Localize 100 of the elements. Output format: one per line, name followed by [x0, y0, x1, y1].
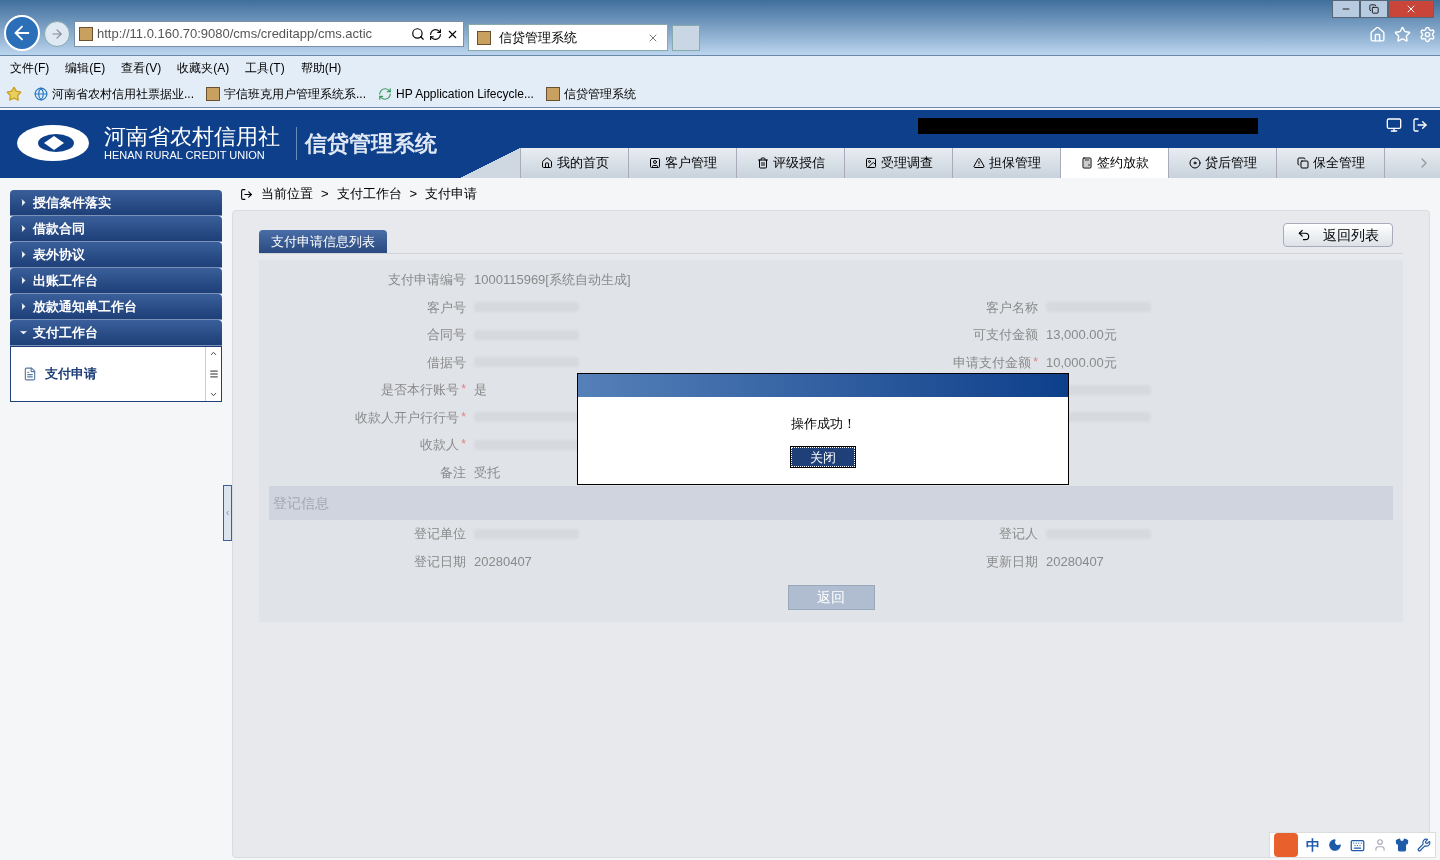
- favorites-icon[interactable]: [1394, 26, 1411, 43]
- favorite-link[interactable]: 河南省农村信用社票据业...: [52, 84, 194, 103]
- logout-icon[interactable]: [1412, 117, 1428, 133]
- field-value: 是: [474, 381, 487, 399]
- forward-arrow-icon: [50, 27, 64, 41]
- search-icon[interactable]: [411, 27, 425, 41]
- wrench-icon[interactable]: [1417, 838, 1431, 852]
- nav-tab[interactable]: 贷后管理: [1168, 148, 1276, 178]
- field-value: 10,000.00元: [1046, 353, 1117, 372]
- breadcrumb-item: 支付工作台: [336, 185, 402, 204]
- nav-tab[interactable]: 客户管理: [628, 148, 736, 178]
- settings-icon[interactable]: [1419, 26, 1436, 43]
- address-text: http://11.0.160.70:9080/cms/creditapp/cms.actic: [97, 25, 373, 44]
- favorites-star-icon[interactable]: [6, 85, 22, 102]
- sidebar-link[interactable]: 支付申请: [45, 364, 97, 384]
- collapse-icon: [224, 509, 231, 517]
- restore-button[interactable]: [1360, 0, 1388, 18]
- user-card-icon: [648, 157, 661, 169]
- system-name: 信贷管理系统: [296, 126, 437, 160]
- favorite-link[interactable]: 宇信班克用户管理系统系...: [224, 84, 367, 103]
- shirt-icon[interactable]: [1395, 838, 1409, 852]
- forward-button[interactable]: [44, 21, 70, 47]
- sidebar-section[interactable]: 借款合同: [10, 216, 222, 242]
- keyboard-icon[interactable]: [1350, 837, 1365, 853]
- favorite-link[interactable]: 信贷管理系统: [563, 84, 636, 103]
- moon-icon[interactable]: [1328, 838, 1342, 852]
- sidebar-section[interactable]: 表外协议: [10, 242, 222, 268]
- org-name: 河南省农村信用社: [104, 125, 280, 148]
- page-icon: [79, 27, 93, 41]
- field-label: 收款人: [420, 436, 460, 454]
- field-label: 申请支付金额: [953, 353, 1032, 372]
- cycle-icon: [378, 86, 393, 101]
- menu-item[interactable]: 查看(V): [121, 59, 162, 77]
- ime-language[interactable]: 中: [1306, 834, 1320, 856]
- nav-tab[interactable]: 评级授信: [736, 148, 844, 178]
- nav-tab[interactable]: 签约放款: [1060, 148, 1168, 178]
- scrollbar[interactable]: [205, 347, 221, 401]
- field-label: 是否本行账号: [381, 381, 460, 399]
- field-value: 受托: [474, 463, 500, 482]
- scroll-thumb-icon[interactable]: [208, 369, 219, 379]
- logo-icon: [14, 122, 92, 164]
- field-label: 客户名称: [986, 298, 1038, 317]
- org-name-english: HENAN RURAL CREDIT UNION: [104, 149, 266, 161]
- minimize-button[interactable]: [1332, 0, 1360, 18]
- nav-tab[interactable]: 受理调查: [844, 148, 952, 178]
- home-icon: [540, 157, 553, 169]
- back-button[interactable]: [4, 15, 40, 51]
- field-label: 登记日期: [414, 552, 466, 571]
- field-label: 更新日期: [986, 552, 1038, 571]
- required-mark: *: [1033, 353, 1038, 371]
- scroll-down-icon[interactable]: [209, 390, 218, 399]
- breadcrumb-separator: >: [409, 185, 418, 204]
- required-mark: *: [461, 436, 466, 453]
- sidebar-section[interactable]: 放款通知单工作台: [10, 294, 222, 320]
- caret-icon: [18, 249, 29, 260]
- page-icon: [206, 86, 220, 101]
- refresh-icon[interactable]: [429, 27, 442, 41]
- scroll-up-icon[interactable]: [209, 349, 218, 358]
- field-label: 借据号: [427, 353, 466, 372]
- home-icon[interactable]: [1369, 26, 1386, 43]
- warning-icon: [972, 157, 985, 169]
- menu-item[interactable]: 文件(F): [10, 59, 50, 77]
- panel-tab[interactable]: 支付申请信息列表: [259, 230, 387, 253]
- field-label: 备注: [440, 463, 466, 482]
- field-label: 支付申请编号: [388, 271, 466, 289]
- location-icon: [240, 187, 253, 201]
- nav-tab[interactable]: 担保管理: [952, 148, 1060, 178]
- field-value: 20280407: [1046, 552, 1104, 571]
- menu-item[interactable]: 收藏夹(A): [177, 59, 230, 77]
- menu-item[interactable]: 编辑(E): [65, 59, 106, 77]
- nav-tab[interactable]: 保全管理: [1276, 148, 1384, 178]
- bin-icon: [756, 157, 769, 169]
- collapse-handle[interactable]: [223, 485, 232, 541]
- browser-tab[interactable]: 信贷管理系统: [468, 24, 668, 51]
- favorite-link[interactable]: HP Application Lifecycle...: [396, 84, 534, 103]
- menu-item[interactable]: 工具(T): [245, 59, 285, 77]
- document-icon: [23, 367, 37, 381]
- sidebar-section[interactable]: 出账工作台: [10, 268, 222, 294]
- address-bar[interactable]: http://11.0.160.70:9080/cms/creditapp/cms.actic: [74, 21, 464, 47]
- field-label: 合同号: [427, 326, 466, 344]
- menu-item[interactable]: 帮助(H): [300, 59, 342, 77]
- field-value: 13,000.00元: [1046, 326, 1117, 344]
- close-icon: [1405, 3, 1417, 15]
- breadcrumb-separator: >: [321, 185, 329, 204]
- globe-icon: [34, 86, 48, 101]
- required-mark: *: [461, 408, 466, 426]
- close-dialog-button[interactable]: 关闭: [791, 447, 855, 468]
- breadcrumb-item: 支付申请: [425, 185, 478, 204]
- restore-icon: [1369, 4, 1379, 14]
- field-label: 客户号: [427, 298, 466, 317]
- nav-tab[interactable]: 我的首页: [520, 148, 628, 178]
- back-to-list-button[interactable]: 返回列表: [1283, 223, 1393, 247]
- page-icon: [477, 30, 491, 45]
- field-value: 20280407: [474, 552, 532, 571]
- field-label: 登记人: [999, 525, 1038, 543]
- field-label: 收款人开户行行号: [355, 408, 460, 427]
- copy-icon: [1296, 157, 1309, 169]
- sidebar-section[interactable]: 授信条件落实: [10, 190, 222, 216]
- monitor-icon[interactable]: [1386, 117, 1402, 133]
- sidebar-section[interactable]: 支付工作台: [10, 320, 222, 346]
